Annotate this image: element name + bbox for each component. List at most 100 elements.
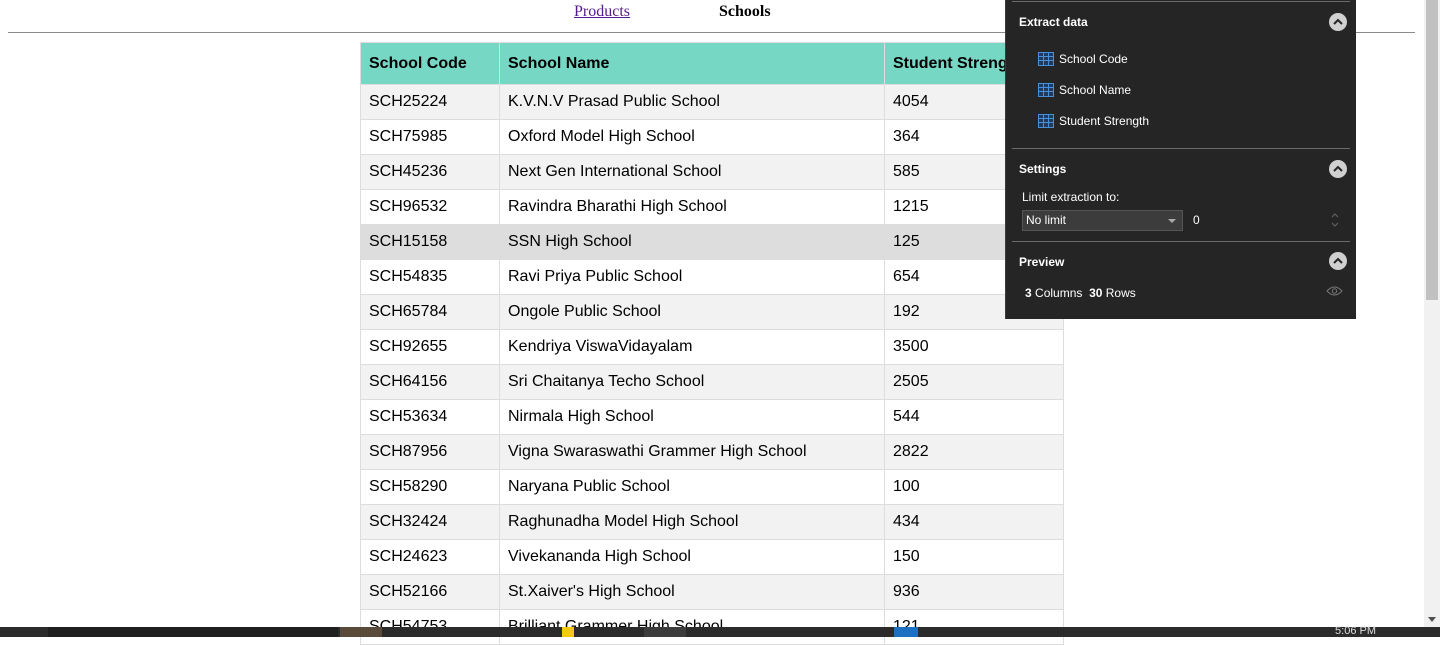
preview-columns-label: Columns: [1035, 286, 1083, 300]
preview-summary: 3 Columns 30 Rows: [1025, 286, 1136, 300]
panel-divider: [1012, 148, 1350, 149]
header-school-name[interactable]: School Name: [499, 42, 885, 85]
extract-data-title: Extract data: [1019, 15, 1088, 29]
settings-title: Settings: [1019, 162, 1067, 176]
nav-link-products[interactable]: Products: [574, 3, 630, 21]
extract-data-panel: Extract data School Code School Name Stu…: [1005, 0, 1356, 319]
table-row[interactable]: SCH24623 Vivekananda High School 150: [360, 539, 1064, 575]
cell-school-code: SCH92655: [360, 329, 500, 365]
table-column-icon: [1038, 83, 1054, 97]
cell-school-name: Sri Chaitanya Techo School: [499, 364, 885, 400]
table-row[interactable]: SCH52166 St.Xaiver's High School 936: [360, 574, 1064, 610]
cell-student-strength: 936: [884, 574, 1064, 610]
cell-school-name: Ravindra Bharathi High School: [499, 189, 885, 225]
cell-student-strength: 2505: [884, 364, 1064, 400]
field-student-strength[interactable]: Student Strength: [1038, 113, 1149, 129]
cell-school-code: SCH64156: [360, 364, 500, 400]
spinner-arrows-icon[interactable]: [1331, 211, 1339, 229]
limit-number-input[interactable]: 0: [1193, 210, 1339, 231]
limit-select-value: No limit: [1026, 213, 1067, 227]
cell-student-strength: 3500: [884, 329, 1064, 365]
taskbar-app-icon[interactable]: [340, 627, 382, 637]
table-row[interactable]: SCH58290 Naryana Public School 100: [360, 469, 1064, 505]
taskbar-app-icon[interactable]: [894, 627, 918, 637]
cell-school-code: SCH65784: [360, 294, 500, 330]
table-row[interactable]: SCH25224 K.V.N.V Prasad Public School 4054: [360, 84, 1064, 120]
taskbar-clock[interactable]: 5:06 PM: [1335, 625, 1376, 637]
table-row[interactable]: SCH53634 Nirmala High School 544: [360, 399, 1064, 435]
page-scrollbar[interactable]: [1424, 0, 1440, 627]
preview-rows-count: 30: [1089, 286, 1103, 300]
cell-school-name: SSN High School: [499, 224, 885, 260]
taskbar-search[interactable]: [48, 627, 338, 637]
table-row[interactable]: SCH45236 Next Gen International School 585: [360, 154, 1064, 190]
panel-divider: [1012, 1, 1350, 2]
table-row[interactable]: SCH65784 Ongole Public School 192: [360, 294, 1064, 330]
table-row[interactable]: SCH92655 Kendriya ViswaVidayalam 3500: [360, 329, 1064, 365]
cell-school-name: Kendriya ViswaVidayalam: [499, 329, 885, 365]
cell-school-code: SCH58290: [360, 469, 500, 505]
cell-school-code: SCH25224: [360, 84, 500, 120]
field-label: School Name: [1059, 83, 1132, 97]
cell-school-code: SCH15158: [360, 224, 500, 260]
schools-table-container: School Code School Name Student Strength…: [360, 42, 1064, 645]
scrollbar-thumb[interactable]: [1426, 0, 1438, 300]
extract-collapse-button[interactable]: [1329, 13, 1347, 31]
settings-collapse-button[interactable]: [1329, 160, 1347, 178]
table-row[interactable]: SCH15158 SSN High School 125: [360, 224, 1064, 260]
taskbar-app-icon[interactable]: [562, 627, 574, 637]
chevron-up-icon: [1333, 18, 1343, 25]
cell-student-strength: 100: [884, 469, 1064, 505]
cell-school-code: SCH24623: [360, 539, 500, 575]
nav-current-schools: Schools: [719, 3, 771, 20]
table-row[interactable]: SCH75985 Oxford Model High School 364: [360, 119, 1064, 155]
table-row[interactable]: SCH96532 Ravindra Bharathi High School 121…: [360, 189, 1064, 225]
cell-school-code: SCH54835: [360, 259, 500, 295]
cell-school-name: Oxford Model High School: [499, 119, 885, 155]
schools-table: School Code School Name Student Strength…: [360, 42, 1064, 645]
cell-school-code: SCH96532: [360, 189, 500, 225]
cell-student-strength: 434: [884, 504, 1064, 540]
eye-icon[interactable]: [1326, 285, 1343, 297]
cell-school-code: SCH87956: [360, 434, 500, 470]
table-column-icon: [1038, 114, 1054, 128]
cell-school-name: Nirmala High School: [499, 399, 885, 435]
cell-school-name: Ongole Public School: [499, 294, 885, 330]
cell-school-code: SCH53634: [360, 399, 500, 435]
cell-school-name: Next Gen International School: [499, 154, 885, 190]
cell-student-strength: 150: [884, 539, 1064, 575]
field-label: School Code: [1059, 52, 1128, 66]
field-label: Student Strength: [1059, 114, 1150, 128]
cell-student-strength: 544: [884, 399, 1064, 435]
cell-school-name: Naryana Public School: [499, 469, 885, 505]
cell-school-name: K.V.N.V Prasad Public School: [499, 84, 885, 120]
limit-extraction-label: Limit extraction to:: [1022, 190, 1120, 204]
cell-school-name: Vigna Swaraswathi Grammer High School: [499, 434, 885, 470]
preview-title: Preview: [1019, 255, 1065, 269]
field-school-code[interactable]: School Code: [1038, 51, 1128, 67]
header-school-code[interactable]: School Code: [360, 42, 500, 85]
scroll-down-arrow-icon[interactable]: [1428, 617, 1436, 622]
chevron-down-icon: [1168, 219, 1176, 223]
limit-extraction-select[interactable]: No limit: [1022, 210, 1183, 231]
cell-student-strength: 2822: [884, 434, 1064, 470]
preview-columns-count: 3: [1025, 286, 1032, 300]
table-header-row: School Code School Name Student Strength: [360, 42, 1064, 85]
cell-school-name: St.Xaiver's High School: [499, 574, 885, 610]
cell-school-name: Vivekananda High School: [499, 539, 885, 575]
field-school-name[interactable]: School Name: [1038, 82, 1131, 98]
panel-divider: [1012, 241, 1350, 242]
preview-collapse-button[interactable]: [1329, 252, 1347, 270]
table-row[interactable]: SCH54835 Ravi Priya Public School 654: [360, 259, 1064, 295]
cell-school-code: SCH32424: [360, 504, 500, 540]
table-row[interactable]: SCH32424 Raghunadha Model High School 434: [360, 504, 1064, 540]
cell-school-name: Raghunadha Model High School: [499, 504, 885, 540]
taskbar: 5:06 PM: [0, 625, 1440, 637]
chevron-up-icon: [1333, 165, 1343, 172]
cell-school-code: SCH45236: [360, 154, 500, 190]
table-column-icon: [1038, 52, 1054, 66]
chevron-up-icon: [1333, 257, 1343, 264]
table-row[interactable]: SCH64156 Sri Chaitanya Techo School 2505: [360, 364, 1064, 400]
table-row[interactable]: SCH87956 Vigna Swaraswathi Grammer High S…: [360, 434, 1064, 470]
taskbar-app-icon[interactable]: [644, 627, 686, 637]
